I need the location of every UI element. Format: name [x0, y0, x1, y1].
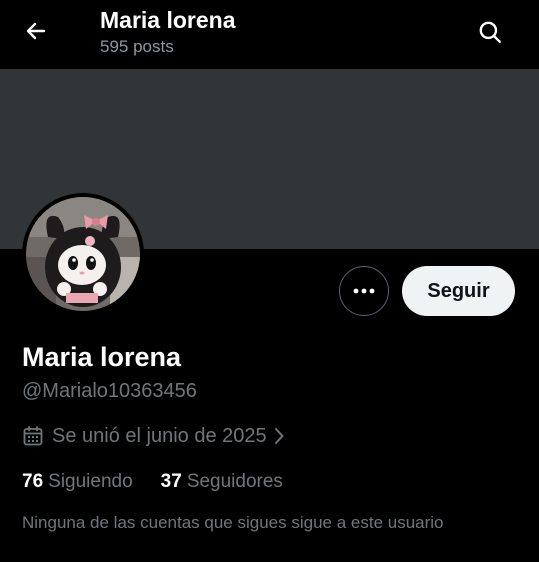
- followers-count: 37: [160, 471, 182, 492]
- following-count: 76: [22, 471, 44, 492]
- following-label: Siguiendo: [48, 471, 133, 492]
- more-options-button[interactable]: [339, 266, 389, 316]
- mutual-followers-note: Ninguna de las cuentas que sigues sigue …: [22, 513, 444, 532]
- user-handle: @Marialo10363456: [22, 380, 197, 402]
- avatar[interactable]: [22, 193, 144, 315]
- follow-stats: 76 Siguiendo 37 Seguidores: [22, 469, 311, 495]
- display-name: Maria lorena: [22, 342, 182, 372]
- chevron-right-icon: [273, 426, 285, 446]
- followers-label: Seguidores: [186, 471, 283, 492]
- header-title: Maria lorena: [100, 7, 236, 33]
- top-bar: Maria lorena 595 posts: [0, 0, 539, 69]
- search-button[interactable]: [470, 12, 510, 52]
- header-title-block: Maria lorena 595 posts: [100, 6, 236, 58]
- follow-button[interactable]: Seguir: [402, 266, 515, 316]
- calendar-icon: [22, 425, 44, 447]
- kuromi-plush-avatar: [26, 197, 140, 311]
- joined-date-label: Se unió el junio de 2025: [52, 424, 267, 447]
- following-link[interactable]: 76 Siguiendo: [22, 471, 133, 493]
- joined-date[interactable]: Se unió el junio de 2025: [22, 423, 285, 449]
- arrow-left-icon: [26, 22, 46, 40]
- more-dots-icon: [353, 288, 375, 294]
- back-button[interactable]: [18, 13, 54, 49]
- search-icon: [479, 21, 501, 43]
- followers-link[interactable]: 37 Seguidores: [161, 471, 283, 493]
- posts-count: 595 posts: [100, 37, 174, 56]
